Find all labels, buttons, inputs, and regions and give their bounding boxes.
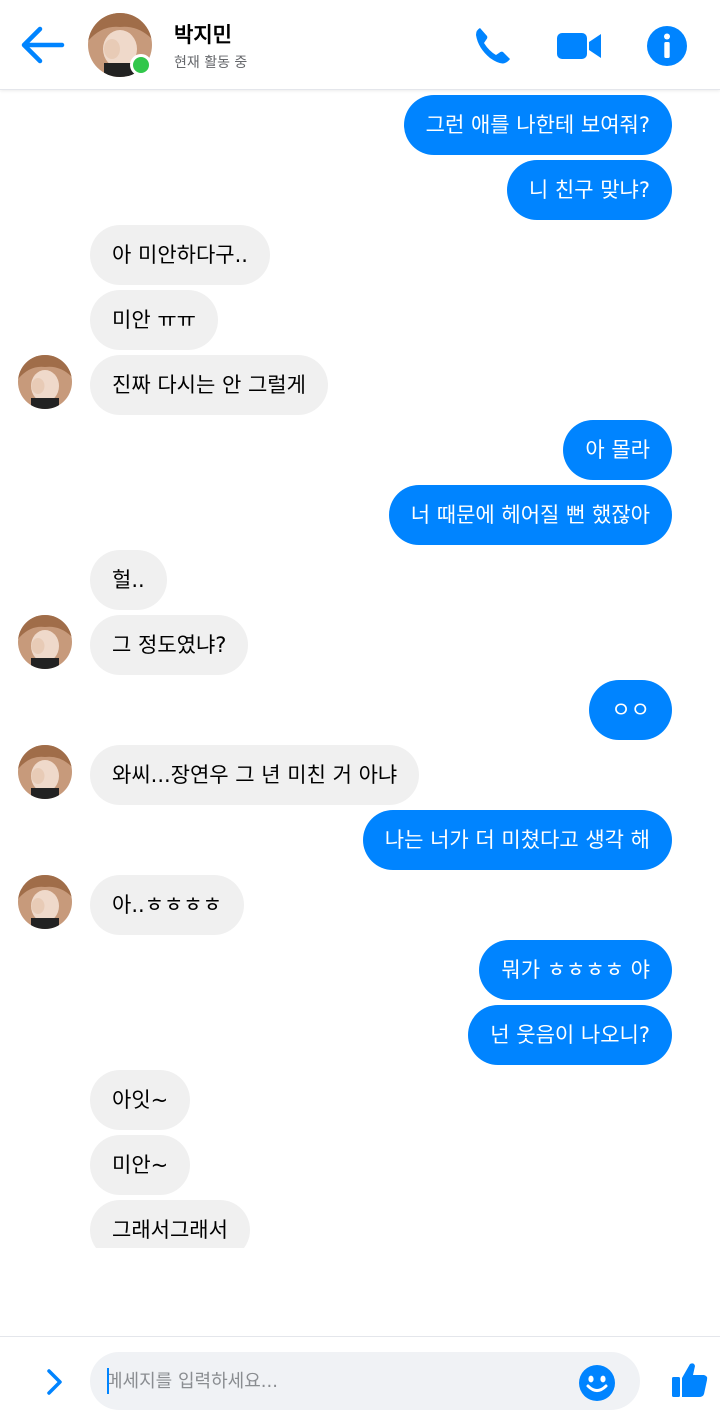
- incoming-message[interactable]: 아잇~: [90, 1070, 191, 1130]
- outgoing-message[interactable]: 너 때문에 헤어질 뻔 했잖아: [388, 485, 672, 545]
- incoming-message[interactable]: 와씨...장연우 그 년 미친 거 아냐: [90, 745, 420, 805]
- text-cursor: [107, 1368, 109, 1394]
- incoming-message[interactable]: 그래서그래서: [90, 1200, 250, 1248]
- online-status-dot: [130, 54, 152, 76]
- sender-avatar[interactable]: [18, 615, 72, 669]
- active-status-text: 현재 활동 중: [174, 55, 248, 71]
- smiley-icon: [579, 1365, 615, 1401]
- incoming-message[interactable]: 미안~: [90, 1135, 191, 1195]
- thumbs-up-icon: [672, 1363, 708, 1397]
- incoming-message[interactable]: 진짜 다시는 안 그럴게: [90, 355, 328, 415]
- arrow-left-icon: [21, 26, 65, 64]
- phone-icon: [476, 28, 510, 64]
- message-input[interactable]: [106, 1366, 566, 1396]
- chevron-right-icon: [47, 1369, 62, 1395]
- outgoing-message[interactable]: 니 친구 맞냐?: [506, 160, 672, 220]
- incoming-message[interactable]: 헐..: [90, 550, 167, 610]
- back-button[interactable]: [20, 25, 66, 65]
- incoming-message[interactable]: 그 정도였냐?: [90, 615, 249, 675]
- outgoing-message[interactable]: 나는 너가 더 미쳤다고 생각 해: [362, 810, 672, 870]
- video-camera-icon: [557, 33, 601, 59]
- voice-call-button[interactable]: [470, 24, 514, 68]
- outgoing-message[interactable]: 뭐가 ㅎㅎㅎㅎ 야: [479, 940, 672, 1000]
- message-thread[interactable]: 그런 애를 나한테 보여줘? 니 친구 맞냐? 아 미안하다구.. 미안 ㅠㅠ …: [0, 90, 720, 1248]
- incoming-message[interactable]: 미안 ㅠㅠ: [90, 290, 218, 350]
- like-button[interactable]: [670, 1360, 710, 1400]
- chat-header: 박지민 현재 활동 중: [0, 0, 720, 90]
- info-icon: [647, 26, 687, 66]
- video-call-button[interactable]: [555, 24, 601, 68]
- sender-avatar[interactable]: [18, 355, 72, 409]
- expand-actions-button[interactable]: [38, 1365, 72, 1399]
- emoji-button[interactable]: [578, 1364, 616, 1402]
- incoming-message[interactable]: 아..ㅎㅎㅎㅎ: [90, 875, 244, 935]
- incoming-message[interactable]: 아 미안하다구..: [90, 225, 270, 285]
- conversation-info-button[interactable]: [645, 24, 689, 68]
- message-input-container[interactable]: [90, 1352, 640, 1410]
- contact-name[interactable]: 박지민: [174, 19, 232, 49]
- outgoing-message[interactable]: 넌 웃음이 나오니?: [468, 1005, 672, 1065]
- outgoing-message[interactable]: ㅇㅇ: [589, 680, 672, 740]
- sender-avatar[interactable]: [18, 875, 72, 929]
- outgoing-message[interactable]: 그런 애를 나한테 보여줘?: [403, 95, 672, 155]
- outgoing-message[interactable]: 아 몰라: [563, 420, 672, 480]
- sender-avatar[interactable]: [18, 745, 72, 799]
